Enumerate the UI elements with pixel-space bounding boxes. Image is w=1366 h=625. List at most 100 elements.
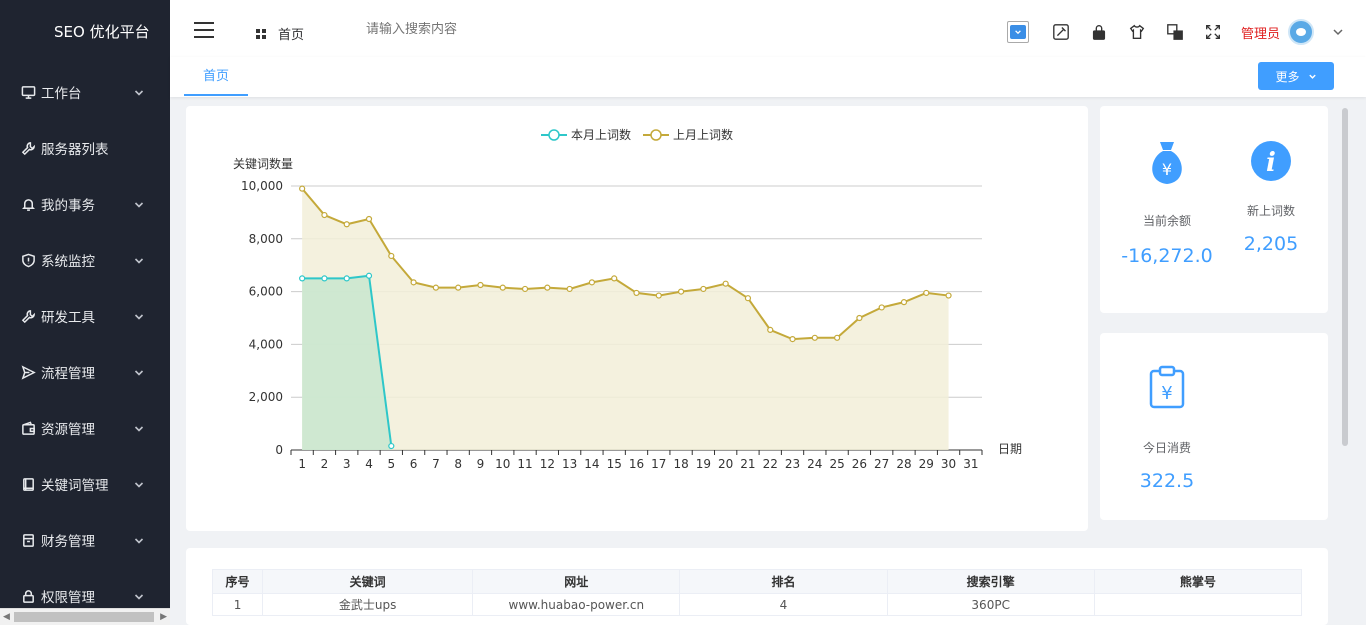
x-tick-label: 9 (477, 457, 485, 471)
search-input[interactable] (366, 22, 586, 37)
x-tick-label: 6 (410, 457, 418, 471)
scrollbar-thumb[interactable] (14, 612, 154, 622)
data-point (544, 284, 551, 291)
x-tick-label: 25 (829, 457, 844, 471)
today-spend-stat: ¥ 今日消费 322.5 (1120, 365, 1214, 492)
tab-home[interactable]: 首页 (184, 57, 248, 96)
sidebar-item-label: 财务管理 (41, 534, 95, 550)
table-column-header[interactable]: 网址 (472, 569, 681, 594)
chevron-down-icon (134, 422, 144, 432)
wrench-icon (20, 308, 36, 324)
size-select-dropdown[interactable] (1006, 21, 1029, 43)
data-point (633, 289, 640, 297)
chevron-down-icon (134, 478, 144, 488)
spend-stats-panel: ¥ 今日消费 322.5 (1100, 333, 1328, 520)
data-point (432, 284, 439, 291)
sidebar-item[interactable]: 研发工具 (0, 288, 170, 344)
balance-stat: ¥ 当前余额 -16,272.0 (1120, 138, 1214, 267)
more-button[interactable]: 更多 (1258, 62, 1334, 90)
x-tick-label: 28 (896, 457, 911, 471)
more-button-label: 更多 (1275, 69, 1300, 84)
table-column-header[interactable]: 关键词 (262, 569, 474, 594)
y-tick-label: 2,000 (249, 390, 283, 404)
data-point (878, 304, 885, 311)
x-tick-label: 13 (562, 457, 577, 471)
breadcrumb-home[interactable]: 首页 (278, 24, 304, 43)
table-cell: 360PC (886, 593, 1095, 616)
info-icon: i (1251, 141, 1291, 181)
chevron-down-icon (134, 86, 144, 96)
data-point (343, 221, 350, 228)
y-tick-label: 0 (275, 443, 283, 457)
sidebar-item[interactable]: 系统监控 (0, 232, 170, 288)
x-tick-label: 12 (540, 457, 555, 471)
x-tick-label: 21 (740, 457, 755, 471)
header-actions: 管理员 (1006, 0, 1366, 64)
keyword-chart-panel: 本月上词数 上月上词数 0 2,000 4,000 6,000 8,000 10,000 1… (186, 106, 1088, 531)
data-point (655, 292, 662, 299)
fullscreen-icon[interactable] (1203, 22, 1223, 42)
sidebar-item[interactable]: 财务管理 (0, 512, 170, 568)
svg-text:i: i (1266, 148, 1276, 178)
table-column-header[interactable]: 搜索引擎 (886, 569, 1095, 594)
x-tick-label: 8 (454, 457, 462, 471)
avatar[interactable] (1288, 19, 1314, 45)
sidebar-item-label: 流程管理 (41, 366, 95, 382)
x-tick-label: 2 (321, 457, 329, 471)
theme-shirt-icon[interactable] (1127, 22, 1147, 42)
data-point (744, 295, 752, 302)
x-tick-label: 5 (387, 457, 395, 471)
y-tick-label: 6,000 (249, 285, 283, 299)
sidebar-item[interactable]: 我的事务 (0, 176, 170, 232)
y-tick-label: 8,000 (249, 232, 283, 246)
page-vertical-scrollbar[interactable] (1342, 108, 1348, 446)
user-name[interactable]: 管理员 (1241, 23, 1280, 42)
today-spend-label: 今日消费 (1142, 441, 1191, 455)
data-point (499, 284, 506, 291)
monitor-icon (20, 84, 36, 100)
menu-toggle-icon[interactable] (194, 22, 214, 40)
send-icon (20, 364, 36, 380)
data-point (299, 275, 306, 282)
new-keywords-value: 2,205 (1243, 233, 1299, 255)
chevron-down-icon (134, 534, 144, 544)
table-cell: 金武士ups (262, 593, 474, 616)
data-point (388, 252, 395, 260)
sidebar-item[interactable]: 服务器列表 (0, 120, 170, 176)
table-cell: 1 (211, 593, 264, 616)
breadcrumb[interactable]: 首页 (256, 24, 304, 43)
table-column-header[interactable]: 排名 (679, 569, 888, 594)
table-row[interactable]: 1 金武士ups www.huabao-power.cn 4 360PC (211, 593, 1303, 616)
tools-icon[interactable] (1051, 22, 1071, 42)
data-point (455, 284, 462, 291)
lock-icon[interactable] (1089, 22, 1109, 42)
sidebar-item[interactable]: 流程管理 (0, 344, 170, 400)
table-column-header[interactable]: 序号 (211, 569, 264, 594)
table-cell: www.huabao-power.cn (472, 593, 681, 616)
scroll-right-arrow-icon[interactable]: ▶ (160, 612, 167, 622)
lock-icon (20, 588, 36, 604)
x-tick-label: 4 (365, 457, 373, 471)
balance-value: -16,272.0 (1121, 245, 1213, 267)
translate-icon[interactable] (1165, 22, 1185, 42)
data-point (410, 279, 417, 286)
clipboard-yen-icon: ¥ (1149, 365, 1185, 409)
table-column-header[interactable]: 熊掌号 (1093, 569, 1303, 594)
chevron-down-icon[interactable] (1332, 26, 1344, 38)
top-header: 首页 管理员 (170, 0, 1366, 64)
sidebar-item[interactable]: 资源管理 (0, 400, 170, 456)
data-point (900, 299, 908, 306)
scroll-left-arrow-icon[interactable]: ◀ (3, 612, 10, 622)
today-spend-value: 322.5 (1139, 470, 1195, 492)
y-axis-label: 关键词数量 (233, 156, 293, 171)
data-point (767, 326, 774, 333)
table-body: 1 金武士ups www.huabao-power.cn 4 360PC (211, 593, 1303, 616)
keyword-area-chart: 02,0004,0006,0008,00010,0001 2 3 4 5 6 7 8 9 10 11… (233, 156, 1022, 471)
sidebar-item[interactable]: 关键词管理 (0, 456, 170, 512)
sidebar-horizontal-scrollbar[interactable]: ◀ ▶ (0, 608, 170, 625)
y-tick-label: 4,000 (249, 337, 283, 351)
x-tick-label: 17 (651, 457, 666, 471)
sidebar-item[interactable]: 工作台 (0, 64, 170, 120)
x-tick-label: 7 (432, 457, 440, 471)
chevron-down-icon (134, 198, 144, 208)
